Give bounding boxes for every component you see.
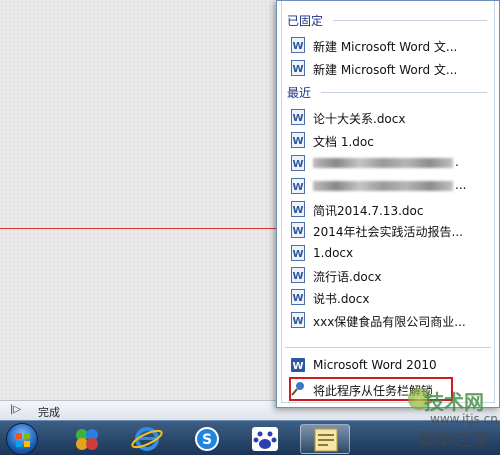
taskbar-word[interactable]: [300, 424, 350, 454]
recent-header: 最近: [287, 86, 312, 100]
pinned-item[interactable]: W 新建 Microsoft Word 文...: [289, 57, 487, 79]
svg-text:W: W: [292, 136, 303, 147]
word-doc-icon: W: [291, 109, 305, 125]
pinned-item[interactable]: W 新建 Microsoft Word 文...: [289, 34, 487, 56]
jump-list-popup: 已固定 W 新建 Microsoft Word 文... W 新建 Micros…: [276, 0, 500, 408]
word-app-icon: W: [291, 358, 305, 372]
recent-item-blurred[interactable]: W ...: [289, 175, 487, 197]
baidu-paw-icon: [252, 427, 278, 451]
svg-text:W: W: [292, 361, 303, 372]
svg-text:W: W: [292, 249, 303, 260]
recent-item[interactable]: W 2014年社会实践活动报告...: [289, 219, 487, 241]
taskbar-baidu[interactable]: [240, 424, 290, 454]
watermark-subtitle: 脚本之家: [418, 430, 490, 451]
word-doc-icon: W: [291, 155, 305, 171]
word-doc-icon: W: [291, 245, 305, 261]
recent-item-blurred[interactable]: W .: [289, 152, 487, 174]
status-text: 完成: [38, 406, 60, 419]
media-center-icon: [76, 429, 98, 450]
recent-item[interactable]: W 流行语.docx: [289, 264, 487, 286]
svg-text:W: W: [292, 293, 303, 304]
pinned-header: 已固定: [287, 14, 324, 28]
blurred-filename: [313, 158, 453, 168]
svg-text:W: W: [292, 271, 303, 282]
svg-text:W: W: [292, 316, 303, 327]
word-doc-icon: W: [291, 267, 305, 283]
word-doc-icon: W: [291, 132, 305, 148]
taskbar-media-center[interactable]: [62, 424, 112, 454]
recent-item[interactable]: W 文档 1.doc: [289, 129, 487, 151]
site-watermark: 技术网 www.itjs.cn 脚本之家: [408, 386, 498, 452]
svg-text:W: W: [292, 64, 303, 75]
svg-text:W: W: [292, 205, 303, 216]
taskbar-internet-explorer[interactable]: [122, 424, 172, 454]
word-doc-icon: W: [291, 201, 305, 217]
svg-text:W: W: [292, 159, 303, 170]
start-button[interactable]: [6, 423, 38, 455]
svg-text:S: S: [202, 432, 212, 448]
word-doc-icon: W: [291, 222, 305, 238]
word-doc-icon: W: [291, 312, 305, 328]
recent-divider: [321, 92, 487, 93]
word-doc-icon: W: [291, 37, 305, 53]
watermark-url: www.itjs.cn: [430, 412, 498, 426]
play-icon[interactable]: |▷: [10, 404, 21, 415]
svg-text:W: W: [292, 182, 303, 193]
watermark-title: 技术网: [424, 390, 484, 414]
recent-item[interactable]: W 论十大关系.docx: [289, 106, 487, 128]
recent-item[interactable]: W xxx保健食品有限公司商业...: [289, 309, 487, 331]
word-doc-icon: W: [291, 178, 305, 194]
svg-text:W: W: [292, 226, 303, 237]
pinned-divider: [333, 20, 487, 21]
word-doc-icon: W: [291, 289, 305, 305]
internet-explorer-icon: [131, 427, 163, 451]
word-taskbar-icon: [314, 428, 338, 452]
taskbar-sogou[interactable]: S: [182, 424, 232, 454]
recent-item[interactable]: W 简讯2014.7.13.doc: [289, 198, 487, 220]
word-doc-icon: W: [291, 60, 305, 76]
svg-text:W: W: [292, 41, 303, 52]
windows-flag-icon: [16, 433, 30, 447]
svg-text:W: W: [292, 113, 303, 124]
blurred-filename: [313, 181, 453, 191]
tasks-divider: [285, 347, 491, 348]
sogou-icon: S: [195, 427, 219, 451]
recent-item[interactable]: W 说书.docx: [289, 286, 487, 308]
app-launch-item[interactable]: W Microsoft Word 2010: [289, 354, 487, 376]
recent-item[interactable]: W 1.docx: [289, 242, 487, 264]
